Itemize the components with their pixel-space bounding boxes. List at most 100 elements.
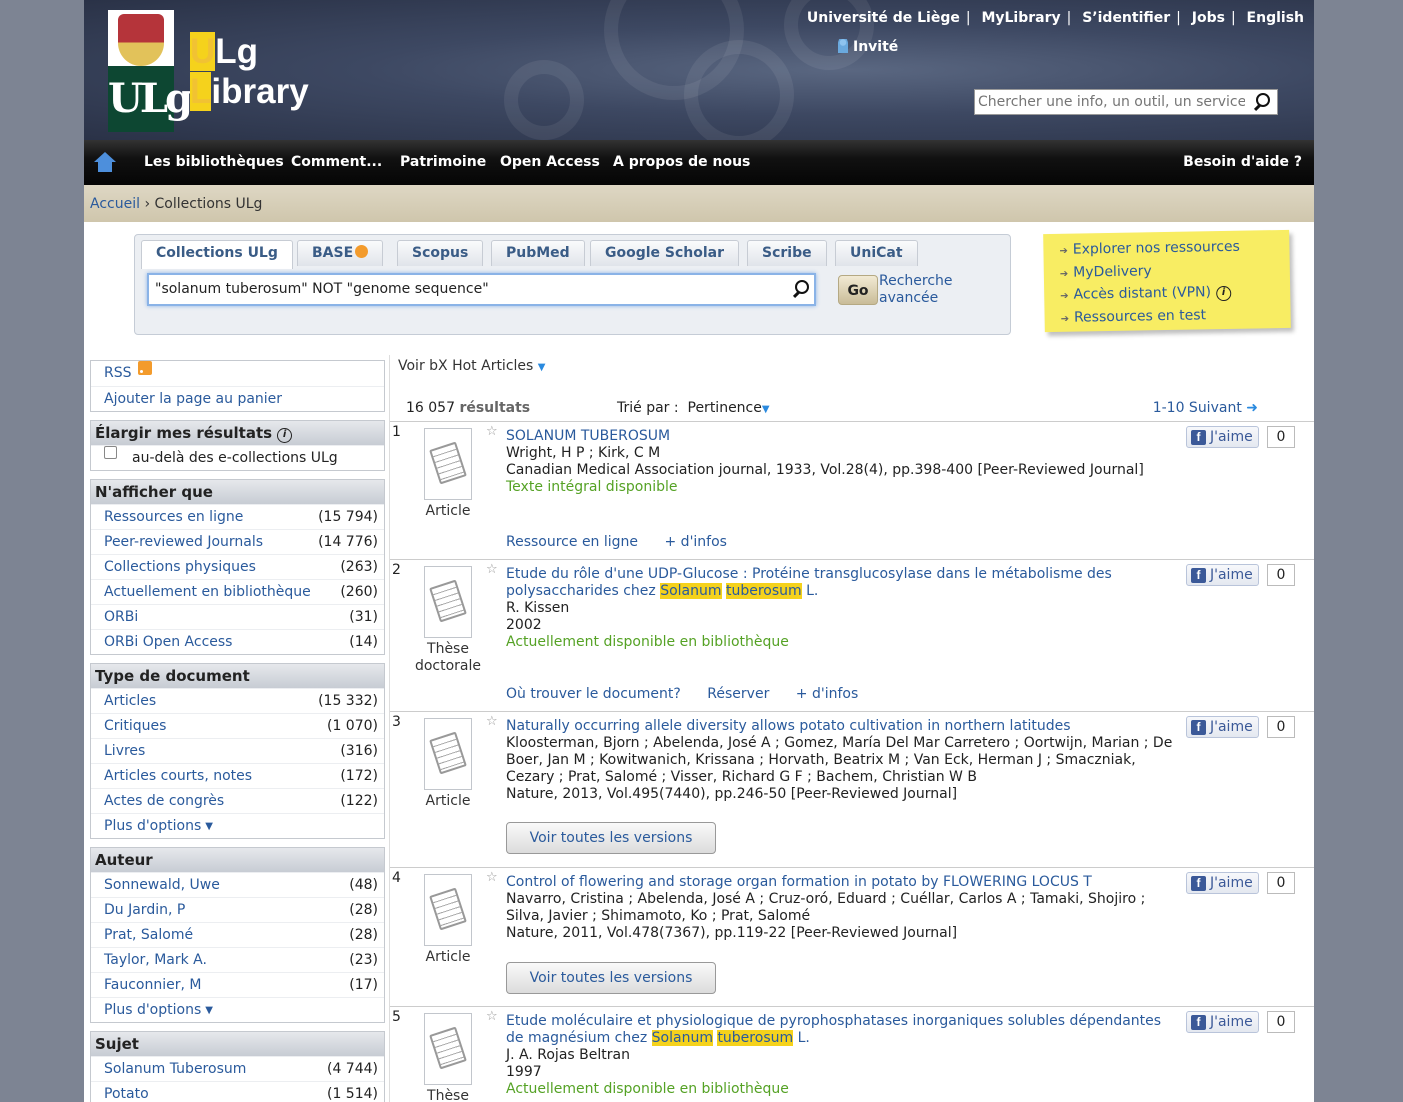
document-thumbnail[interactable]: [424, 874, 472, 946]
online-resource-link[interactable]: Ressource en ligne: [506, 534, 638, 550]
more-info-link[interactable]: + d'infos: [665, 534, 727, 550]
star-icon[interactable]: ☆: [486, 562, 498, 577]
star-icon[interactable]: ☆: [486, 424, 498, 439]
site-search: [974, 89, 1278, 115]
sort-control[interactable]: Trié par : Pertinence▼: [617, 400, 770, 416]
highlighted-term: Solanum: [660, 583, 722, 599]
link-test-resources[interactable]: ➔ Ressources en test: [1060, 303, 1290, 330]
facet-item[interactable]: Taylor, Mark A. (23): [91, 947, 384, 972]
link-mylibrary[interactable]: MyLibrary: [981, 10, 1060, 26]
ulg-logo[interactable]: ULg: [108, 10, 193, 132]
add-to-cart-link[interactable]: Ajouter la page au panier: [91, 386, 384, 411]
broaden-option[interactable]: au-delà des e-collections ULg: [91, 445, 384, 470]
tab-label: BASE: [312, 245, 354, 261]
facet-item[interactable]: Du Jardin, P (28): [91, 897, 384, 922]
go-button[interactable]: Go: [838, 275, 878, 305]
facet-item[interactable]: Ressources en ligne (15 794): [91, 504, 384, 529]
facet-item[interactable]: Solanum Tuberosum (4 744): [91, 1056, 384, 1081]
tab-scribe[interactable]: Scribe: [747, 240, 827, 266]
all-versions-button[interactable]: Voir toutes les versions: [506, 822, 716, 854]
all-versions-button[interactable]: Voir toutes les versions: [506, 962, 716, 994]
info-icon[interactable]: i: [277, 428, 293, 443]
nav-comment[interactable]: Comment...: [291, 154, 382, 170]
document-thumbnail[interactable]: [424, 1013, 472, 1085]
document-thumbnail[interactable]: [424, 718, 472, 790]
hot-articles-toggle[interactable]: Voir bX Hot Articles ▼: [398, 358, 545, 374]
facet-item[interactable]: Articles (15 332): [91, 688, 384, 713]
facet-count: (14): [349, 634, 378, 650]
tab-unicat[interactable]: UniCat: [835, 240, 918, 266]
document-thumbnail[interactable]: [424, 566, 472, 638]
guest-user[interactable]: Invité: [838, 39, 898, 55]
subject-box: Sujet Solanum Tuberosum (4 744) Potato (1 …: [90, 1031, 385, 1102]
star-icon[interactable]: ☆: [486, 1009, 498, 1024]
facet-item[interactable]: Articles courts, notes (172): [91, 763, 384, 788]
tab-base[interactable]: BASE: [297, 240, 384, 266]
reserve-link[interactable]: Réserver: [707, 686, 769, 702]
link-universite[interactable]: Université de Liège: [807, 10, 960, 26]
facebook-like-button[interactable]: f J'aime: [1186, 716, 1259, 738]
more-options-link[interactable]: Plus d'options ▼: [91, 813, 384, 838]
nav-open-access[interactable]: Open Access: [500, 154, 600, 170]
result-title[interactable]: Naturally occurring allele diversity all…: [506, 718, 1286, 735]
facet-item[interactable]: Livres (316): [91, 738, 384, 763]
link-english[interactable]: English: [1247, 10, 1304, 26]
library-title[interactable]: ULg Library: [190, 32, 309, 112]
like-count: 0: [1267, 716, 1295, 738]
result-title[interactable]: SOLANUM TUBEROSUM: [506, 428, 1186, 445]
search-icon[interactable]: [1253, 93, 1271, 111]
sticky-label: Accès distant (VPN): [1073, 284, 1212, 303]
facet-item[interactable]: Actuellement en bibliothèque (260): [91, 579, 384, 604]
where-to-find-link[interactable]: Où trouver le document?: [506, 686, 681, 702]
advanced-search-link[interactable]: Recherche avancée: [879, 273, 953, 307]
site-search-input[interactable]: [975, 90, 1245, 114]
result-item: 2 Thèse doctorale ☆ Etude du rôle d'une …: [390, 559, 1314, 711]
advanced-line-1: Recherche: [879, 273, 953, 289]
facebook-like-button[interactable]: f J'aime: [1186, 1011, 1259, 1033]
tab-pubmed[interactable]: PubMed: [491, 240, 585, 266]
breadcrumb-home[interactable]: Accueil: [90, 196, 140, 212]
more-info-link[interactable]: + d'infos: [796, 686, 858, 702]
nav-bibliotheques[interactable]: Les bibliothèques: [144, 154, 284, 170]
result-title[interactable]: Control of flowering and storage organ f…: [506, 874, 1181, 891]
link-login[interactable]: S’identifier: [1082, 10, 1170, 26]
result-title[interactable]: Etude du rôle d'une UDP-Glucose : Protéi…: [506, 566, 1181, 600]
facebook-like-button[interactable]: f J'aime: [1186, 426, 1259, 448]
facet-item[interactable]: Actes de congrès (122): [91, 788, 384, 813]
checkbox[interactable]: [104, 446, 117, 459]
pagination[interactable]: 1-10 Suivant ➜: [1153, 400, 1258, 416]
document-thumbnail[interactable]: [424, 428, 472, 500]
link-jobs[interactable]: Jobs: [1192, 10, 1225, 26]
facet-item[interactable]: Prat, Salomé (28): [91, 922, 384, 947]
more-options-link[interactable]: Plus d'options ▼: [91, 997, 384, 1022]
facet-item[interactable]: Peer-reviewed Journals (14 776): [91, 529, 384, 554]
nav-help[interactable]: Besoin d'aide ?: [1183, 154, 1302, 170]
facet-item[interactable]: Fauconnier, M (17): [91, 972, 384, 997]
tab-collections-ulg[interactable]: Collections ULg: [141, 240, 293, 269]
facebook-like-button[interactable]: f J'aime: [1186, 872, 1259, 894]
facet-item[interactable]: ORBi Open Access (14): [91, 629, 384, 654]
star-icon[interactable]: ☆: [486, 714, 498, 729]
result-item: 4 Article ☆ Control of flowering and sto…: [390, 867, 1314, 1006]
facet-item[interactable]: Sonnewald, Uwe (48): [91, 872, 384, 897]
facebook-like-button[interactable]: f J'aime: [1186, 564, 1259, 586]
result-title[interactable]: Etude moléculaire et physiologique de py…: [506, 1013, 1181, 1047]
facet-count: (48): [349, 877, 378, 893]
search-input[interactable]: [149, 275, 779, 303]
facet-item[interactable]: Potato (1 514): [91, 1081, 384, 1102]
result-number: 3: [392, 714, 401, 730]
facet-item[interactable]: Critiques (1 070): [91, 713, 384, 738]
home-icon[interactable]: [94, 152, 116, 172]
facet-item[interactable]: Collections physiques (263): [91, 554, 384, 579]
nav-patrimoine[interactable]: Patrimoine: [400, 154, 486, 170]
facet-item[interactable]: ORBi (31): [91, 604, 384, 629]
info-icon[interactable]: i: [1215, 285, 1232, 302]
rss-link[interactable]: RSS: [91, 361, 384, 386]
tab-google-scholar[interactable]: Google Scholar: [590, 240, 740, 266]
search-icon[interactable]: [792, 280, 810, 298]
tab-scopus[interactable]: Scopus: [397, 240, 484, 266]
facebook-icon: f: [1191, 568, 1206, 583]
result-source: Nature, 2011, Vol.478(7367), pp.119-22 […: [506, 925, 958, 941]
star-icon[interactable]: ☆: [486, 870, 498, 885]
nav-a-propos[interactable]: A propos de nous: [613, 154, 750, 170]
